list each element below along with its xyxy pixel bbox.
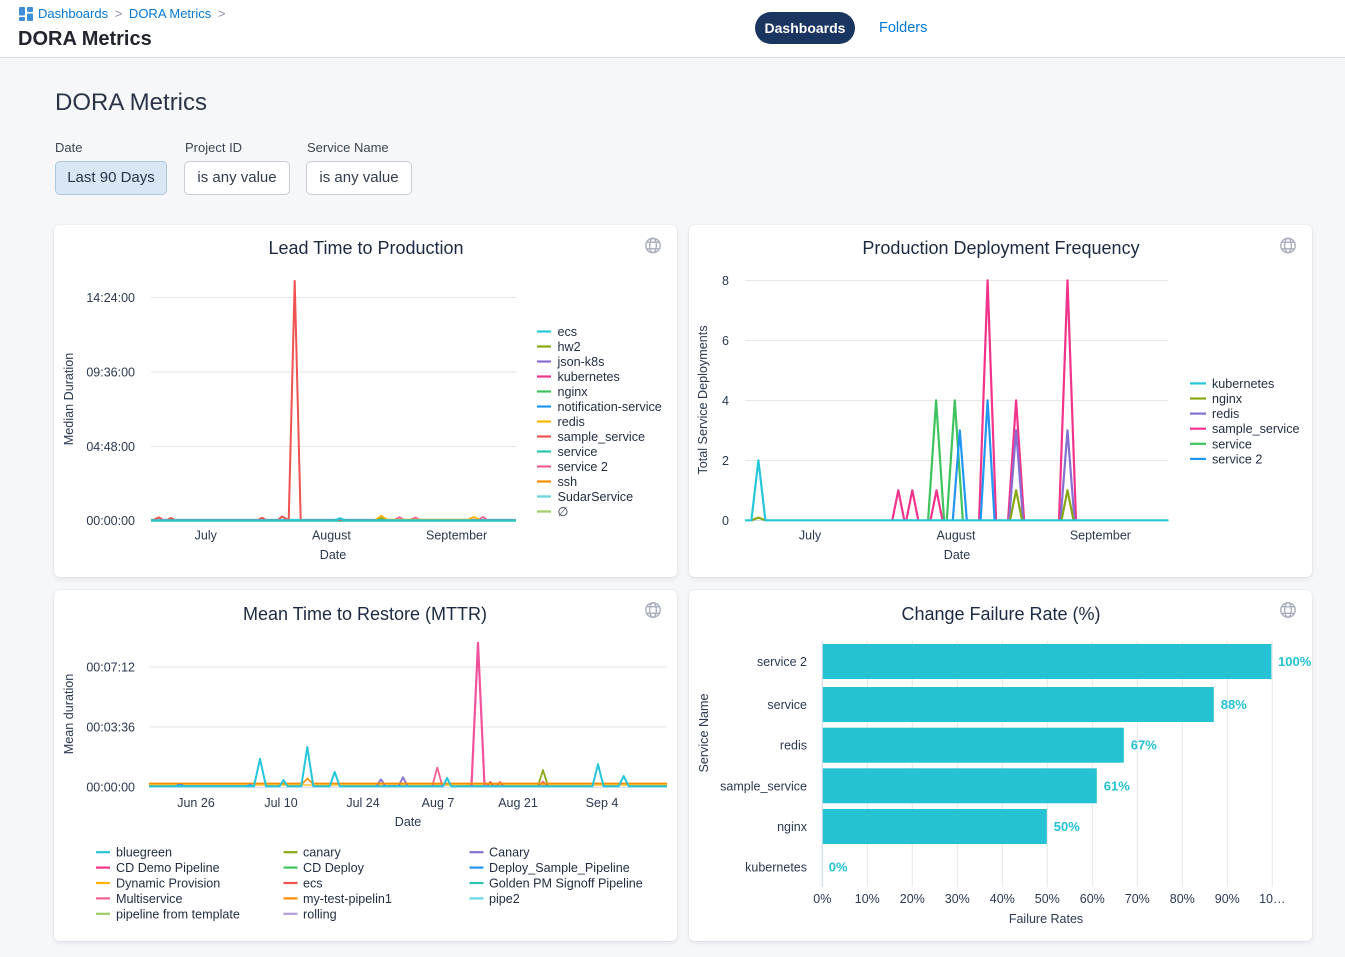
- svg-text:10%: 10%: [855, 892, 880, 906]
- svg-text:00:00:00: 00:00:00: [86, 514, 135, 528]
- svg-text:∅: ∅: [558, 505, 569, 519]
- svg-text:Failure Rates: Failure Rates: [1009, 912, 1083, 926]
- svg-text:80%: 80%: [1170, 892, 1195, 906]
- svg-text:my-test-pipelin1: my-test-pipelin1: [303, 892, 392, 906]
- svg-text:service 2: service 2: [1212, 452, 1262, 466]
- svg-text:50%: 50%: [1035, 892, 1060, 906]
- svg-text:sample_service: sample_service: [1212, 422, 1300, 436]
- svg-text:Multiservice: Multiservice: [116, 892, 182, 906]
- svg-text:Change Failure Rate (%): Change Failure Rate (%): [901, 604, 1100, 624]
- svg-text:20%: 20%: [900, 892, 925, 906]
- svg-text:Aug 21: Aug 21: [498, 796, 538, 810]
- svg-text:redis: redis: [1212, 407, 1239, 421]
- svg-text:100%: 100%: [1278, 654, 1312, 669]
- svg-text:Golden PM Signoff Pipeline: Golden PM Signoff Pipeline: [489, 877, 643, 891]
- svg-text:hw2: hw2: [558, 340, 581, 354]
- svg-text:August: August: [937, 529, 976, 543]
- svg-text:Sep 4: Sep 4: [586, 796, 619, 810]
- svg-text:0: 0: [722, 514, 729, 528]
- svg-text:pipe2: pipe2: [489, 892, 520, 906]
- svg-text:Jul 24: Jul 24: [346, 796, 379, 810]
- svg-text:0%: 0%: [813, 892, 831, 906]
- svg-text:70%: 70%: [1125, 892, 1150, 906]
- svg-text:04:48:00: 04:48:00: [86, 440, 135, 454]
- svg-text:canary: canary: [303, 846, 342, 860]
- svg-text:0%: 0%: [829, 860, 848, 875]
- svg-text:Median Duration: Median Duration: [62, 353, 76, 445]
- svg-text:July: July: [799, 529, 822, 543]
- svg-text:8: 8: [722, 274, 729, 288]
- svg-text:sample_service: sample_service: [720, 779, 807, 793]
- svg-text:Dynamic Provision: Dynamic Provision: [116, 877, 220, 891]
- svg-text:6: 6: [722, 334, 729, 348]
- svg-text:pipeline from template: pipeline from template: [116, 907, 240, 921]
- svg-text:Mean Time to Restore (MTTR): Mean Time to Restore (MTTR): [243, 604, 487, 624]
- svg-text:service: service: [1212, 437, 1252, 451]
- svg-text:bluegreen: bluegreen: [116, 846, 172, 860]
- svg-text:service: service: [558, 445, 598, 459]
- svg-text:Lead Time to Production: Lead Time to Production: [268, 238, 463, 258]
- svg-text:61%: 61%: [1104, 778, 1130, 793]
- svg-text:service 2: service 2: [757, 655, 807, 669]
- svg-text:Service Name: Service Name: [697, 693, 711, 772]
- svg-text:CD Deploy: CD Deploy: [303, 861, 365, 875]
- svg-text:67%: 67%: [1131, 738, 1157, 753]
- svg-text:August: August: [312, 529, 351, 543]
- svg-text:SudarService: SudarService: [558, 490, 634, 504]
- svg-text:60%: 60%: [1080, 892, 1105, 906]
- svg-text:2: 2: [722, 454, 729, 468]
- svg-text:kubernetes: kubernetes: [558, 370, 620, 384]
- svg-text:notification-service: notification-service: [558, 400, 662, 414]
- svg-text:50%: 50%: [1054, 819, 1080, 834]
- svg-text:30%: 30%: [945, 892, 970, 906]
- svg-text:July: July: [195, 529, 218, 543]
- svg-text:Mean duration: Mean duration: [62, 674, 76, 755]
- svg-text:90%: 90%: [1215, 892, 1240, 906]
- svg-text:Aug 7: Aug 7: [422, 796, 455, 810]
- svg-text:4: 4: [722, 394, 729, 408]
- svg-text:nginx: nginx: [1212, 392, 1243, 406]
- svg-text:sample_service: sample_service: [558, 430, 646, 444]
- svg-text:redis: redis: [558, 415, 585, 429]
- svg-text:September: September: [426, 529, 487, 543]
- svg-text:88%: 88%: [1221, 697, 1247, 712]
- svg-text:Date: Date: [320, 548, 346, 562]
- svg-text:ecs: ecs: [558, 325, 578, 339]
- svg-text:kubernetes: kubernetes: [1212, 377, 1274, 391]
- svg-text:September: September: [1070, 529, 1131, 543]
- svg-text:00:07:12: 00:07:12: [86, 661, 135, 675]
- svg-text:Date: Date: [944, 548, 970, 562]
- svg-text:Total Service Deployments: Total Service Deployments: [696, 325, 710, 474]
- svg-text:kubernetes: kubernetes: [745, 861, 807, 875]
- svg-text:service 2: service 2: [558, 460, 608, 474]
- svg-text:nginx: nginx: [777, 820, 808, 834]
- svg-text:14:24:00: 14:24:00: [86, 291, 135, 305]
- svg-text:redis: redis: [780, 739, 807, 753]
- svg-text:service: service: [767, 698, 807, 712]
- svg-text:Canary: Canary: [489, 846, 530, 860]
- svg-text:Jun 26: Jun 26: [177, 796, 215, 810]
- svg-text:rolling: rolling: [303, 907, 337, 921]
- svg-text:40%: 40%: [990, 892, 1015, 906]
- svg-text:00:03:36: 00:03:36: [86, 721, 135, 735]
- svg-text:json-k8s: json-k8s: [557, 355, 605, 369]
- svg-text:ecs: ecs: [303, 877, 323, 891]
- svg-text:Deploy_Sample_Pipeline: Deploy_Sample_Pipeline: [489, 861, 630, 875]
- svg-text:Date: Date: [395, 815, 421, 829]
- svg-text:09:36:00: 09:36:00: [86, 366, 135, 380]
- svg-text:CD Demo Pipeline: CD Demo Pipeline: [116, 861, 220, 875]
- svg-text:nginx: nginx: [558, 385, 589, 399]
- svg-text:00:00:00: 00:00:00: [86, 781, 135, 795]
- svg-text:Production Deployment Frequenc: Production Deployment Frequency: [862, 238, 1139, 258]
- svg-text:Jul 10: Jul 10: [264, 796, 297, 810]
- svg-text:ssh: ssh: [558, 475, 578, 489]
- svg-text:10…: 10…: [1259, 892, 1285, 906]
